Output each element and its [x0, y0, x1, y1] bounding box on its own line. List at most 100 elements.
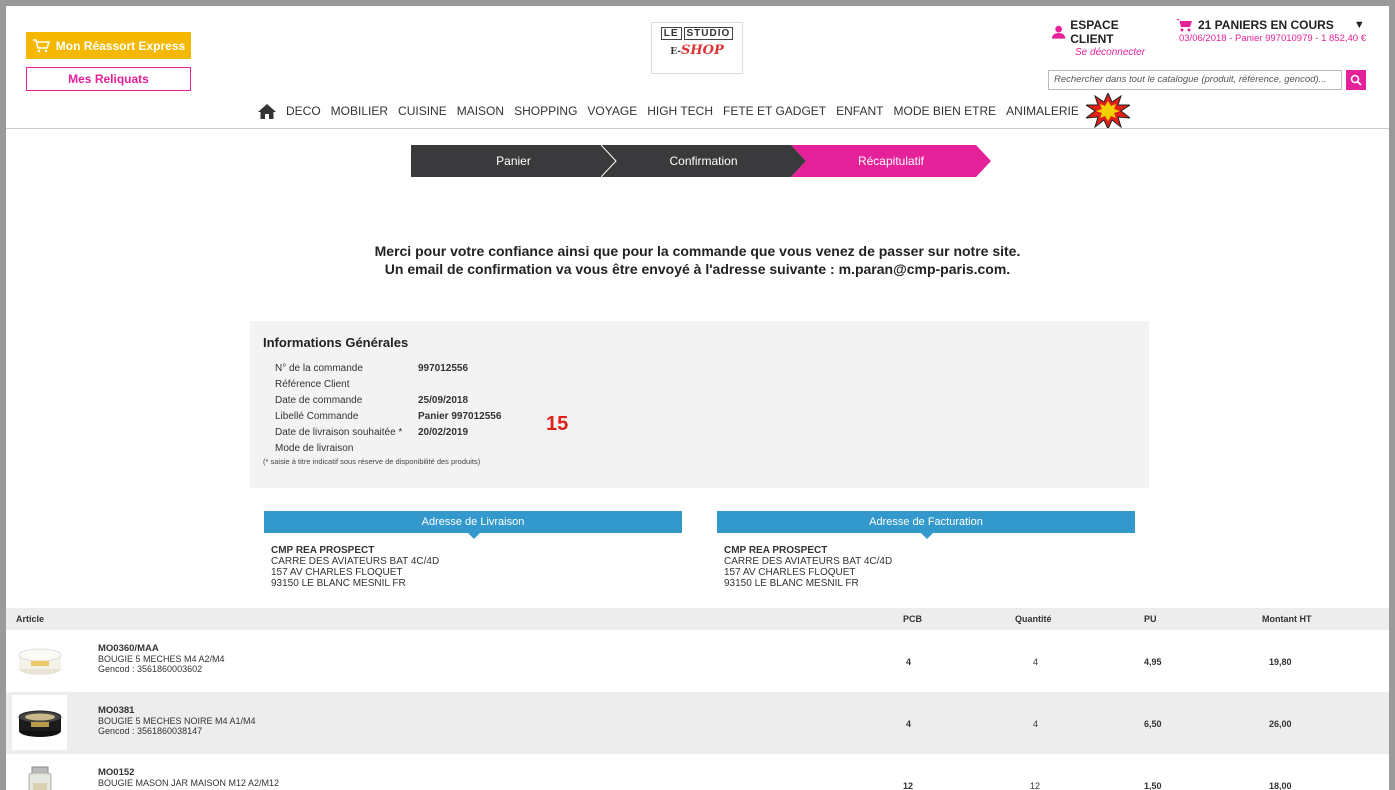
user-icon: [1051, 25, 1066, 39]
cell-pcb: 12: [903, 781, 914, 790]
promo-burst-icon[interactable]: [1086, 93, 1130, 129]
checkout-steps: Panier Confirmation Récapitulatif: [411, 145, 991, 177]
product-desc: BOUGIE 5 MECHES M4 A2/M4: [98, 654, 225, 664]
deconnecter-link[interactable]: Se déconnecter: [1075, 47, 1161, 58]
step-panier[interactable]: Panier: [411, 145, 616, 177]
candle-white-icon: [18, 648, 61, 675]
step-separator: [601, 145, 617, 177]
facturation-header: Adresse de Facturation: [717, 511, 1135, 539]
step-confirmation-label: Confirmation: [669, 154, 738, 168]
general-info-panel: Informations Générales N° de la commande…: [250, 321, 1149, 488]
info-value: 997012556: [418, 362, 469, 374]
table-row: MO0360/MAA BOUGIE 5 MECHES M4 A2/M4 Genc…: [6, 630, 1389, 692]
nav-item-maison[interactable]: MAISON: [457, 104, 504, 118]
candle-black-icon: [18, 710, 61, 737]
info-value: 25/09/2018: [418, 394, 469, 406]
livraison-line2: 157 AV CHARLES FLOQUET: [271, 567, 403, 578]
current-panier-info[interactable]: 03/06/2018 - Panier 997010979 - 1 852,40…: [1179, 33, 1386, 44]
col-montant: Montant HT: [1262, 614, 1312, 624]
espace-client-link[interactable]: ESPACE CLIENT: [1051, 18, 1161, 46]
logo[interactable]: LE STUDIO E-SHOP: [651, 22, 743, 74]
livraison-address: CMP REA PROSPECT CARRE DES AVIATEURS BAT…: [271, 545, 439, 589]
logo-shop: SHOP: [680, 43, 724, 58]
nav-item-fete-et-gadget[interactable]: FETE ET GADGET: [723, 104, 826, 118]
info-label: Date de commande: [275, 394, 363, 406]
cell-pu: 6,50: [1144, 719, 1162, 729]
step-confirmation[interactable]: Confirmation: [601, 145, 806, 177]
search-button[interactable]: [1346, 70, 1366, 90]
reassort-express-label: Mon Réassort Express: [55, 38, 186, 53]
cell-pu: 4,95: [1144, 657, 1162, 667]
col-quantite: Quantité: [1015, 614, 1052, 624]
nav-item-mode-bien-etre[interactable]: MODE BIEN ETRE: [893, 104, 996, 118]
nav-item-shopping[interactable]: SHOPPING: [514, 104, 577, 118]
header-divider: [6, 128, 1389, 129]
info-row-reference: Référence Client: [263, 376, 1136, 392]
info-label: Mode de livraison: [275, 442, 354, 454]
product-image[interactable]: [12, 633, 67, 688]
info-row-date-livraison: Date de livraison souhaitée * 20/02/2019: [263, 424, 1136, 440]
facturation-line2: 157 AV CHARLES FLOQUET: [724, 567, 856, 578]
facturation-title: Adresse de Facturation: [869, 516, 983, 528]
info-row-libelle: Libellé Commande Panier 997012556: [263, 408, 1136, 424]
paniers-dropdown[interactable]: 21 PANIERS EN COURS ▼: [1176, 18, 1386, 32]
annotation-number: 15: [546, 413, 569, 435]
table-row: MO0152 BOUGIE MASON JAR MAISON M12 A2/M1…: [6, 754, 1389, 790]
cell-quantite: 4: [1033, 657, 1039, 667]
paniers-title: 21 PANIERS EN COURS: [1198, 18, 1334, 32]
logo-studio: STUDIO: [683, 27, 734, 40]
product-info: MO0152 BOUGIE MASON JAR MAISON M12 A2/M1…: [98, 768, 279, 789]
livraison-header: Adresse de Livraison: [264, 511, 682, 539]
info-label: Date de livraison souhaitée *: [275, 426, 403, 438]
reassort-express-button[interactable]: Mon Réassort Express: [26, 32, 191, 59]
cell-pu: 1,50: [1144, 781, 1162, 790]
step-recapitulatif-label: Récapitulatif: [857, 154, 925, 168]
cell-pcb: 4: [906, 719, 912, 729]
logo-e-prefix: E-: [670, 47, 681, 57]
cell-montant: 18,00: [1269, 781, 1292, 790]
info-row-mode-livraison: Mode de livraison: [263, 440, 1136, 456]
caret-down-icon[interactable]: ▼: [1354, 19, 1365, 31]
mason-jar-icon: [28, 766, 51, 790]
table-row: MO0381 BOUGIE 5 MECHES NOIRE M4 A1/M4 Ge…: [6, 692, 1389, 754]
product-image[interactable]: [12, 757, 67, 790]
col-pu: PU: [1144, 614, 1157, 624]
info-footnote: (* saisie à titre indicatif sous réserve…: [263, 457, 481, 466]
home-icon[interactable]: [258, 103, 276, 119]
nav-item-high-tech[interactable]: HIGH TECH: [647, 104, 713, 118]
info-value: Panier 997012556: [418, 410, 502, 422]
col-pcb: PCB: [903, 614, 923, 624]
product-ref[interactable]: MO0360/MAA: [98, 644, 225, 654]
product-desc: BOUGIE 5 MECHES NOIRE M4 A1/M4: [98, 716, 256, 726]
nav-item-animalerie[interactable]: ANIMALERIE: [1006, 104, 1079, 118]
info-row-date-commande: Date de commande 25/09/2018: [263, 392, 1136, 408]
product-ref[interactable]: MO0381: [98, 706, 256, 716]
nav-item-deco[interactable]: DECO: [286, 104, 321, 118]
cart-icon: [1176, 19, 1192, 32]
product-info: MO0360/MAA BOUGIE 5 MECHES M4 A2/M4 Genc…: [98, 644, 225, 675]
step-panier-label: Panier: [496, 154, 531, 168]
search-input[interactable]: Rechercher dans tout le catalogue (produ…: [1048, 70, 1342, 90]
search-icon: [1350, 74, 1362, 86]
table-header: Article PCB Quantité PU Montant HT: [6, 608, 1389, 630]
product-ref[interactable]: MO0152: [98, 768, 279, 778]
product-gencod: Gencod : 3561860038147: [98, 726, 203, 736]
info-label: Référence Client: [275, 378, 350, 390]
nav-item-voyage[interactable]: VOYAGE: [587, 104, 637, 118]
nav-item-cuisine[interactable]: CUISINE: [398, 104, 447, 118]
cell-montant: 19,80: [1269, 657, 1292, 667]
product-image[interactable]: [12, 695, 67, 750]
reliquats-button[interactable]: Mes Reliquats: [26, 67, 191, 91]
livraison-name: CMP REA PROSPECT: [271, 545, 375, 556]
facturation-address: CMP REA PROSPECT CARRE DES AVIATEURS BAT…: [724, 545, 892, 589]
thank-you-message: Merci pour votre confiance ainsi que pou…: [6, 242, 1389, 278]
step-recapitulatif[interactable]: Récapitulatif: [791, 145, 991, 177]
nav-item-enfant[interactable]: ENFANT: [836, 104, 883, 118]
cell-pcb: 4: [906, 657, 912, 667]
product-info: MO0381 BOUGIE 5 MECHES NOIRE M4 A1/M4 Ge…: [98, 706, 256, 737]
nav-item-mobilier[interactable]: MOBILIER: [331, 104, 388, 118]
livraison-title: Adresse de Livraison: [421, 516, 525, 528]
facturation-line1: CARRE DES AVIATEURS BAT 4C/4D: [724, 556, 893, 567]
facturation-line3: 93150 LE BLANC MESNIL FR: [724, 578, 859, 589]
logo-le: LE: [660, 27, 682, 40]
